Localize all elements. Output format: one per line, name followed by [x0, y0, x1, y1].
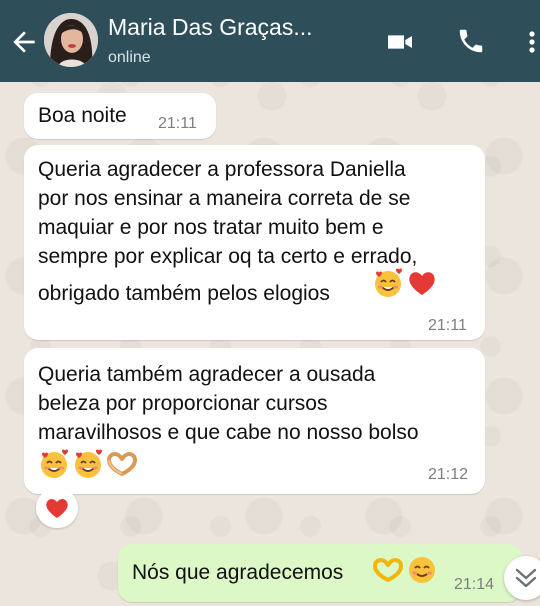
- back-arrow-icon[interactable]: [8, 26, 40, 58]
- message-line: maquiar e por nos tratar muito bem e: [38, 216, 384, 239]
- red-heart-icon: [409, 272, 435, 295]
- smiling-face-with-hearts-icon: [41, 449, 68, 478]
- smiling-face-with-hearts-icon: [75, 449, 102, 478]
- message-line: beleza por proporcionar cursos: [38, 392, 328, 415]
- scroll-to-bottom-button[interactable]: [504, 556, 540, 600]
- message-text: Boa noite: [38, 104, 127, 127]
- heart-hands-icon: [373, 558, 403, 582]
- message-time: 21:14: [454, 576, 495, 593]
- message-emojis: [372, 554, 438, 586]
- message-text: Nós que agradecemos: [132, 561, 344, 584]
- red-heart-icon: [46, 499, 68, 518]
- contact-status: online: [108, 49, 151, 66]
- message-line: Queria agradecer a professora Daniella: [38, 158, 406, 181]
- message-line: maravilhosos e que cabe no nosso bolso: [38, 421, 419, 444]
- message-emojis: [38, 448, 138, 480]
- message-line: por nos ensinar a maneira correta de se: [38, 187, 411, 210]
- message-line: obrigado também pelos elogios: [38, 282, 330, 305]
- outgoing-message-bubble[interactable]: Nós que agradecemos 21:14: [118, 544, 522, 602]
- smiling-face-with-hearts-icon: [375, 268, 402, 297]
- double-chevron-down-icon: [515, 568, 537, 588]
- message-emojis: [372, 267, 438, 299]
- reaction-badge[interactable]: [36, 488, 78, 528]
- chat-header: Maria Das Graças... online: [0, 0, 540, 82]
- message-line: sempre por explicar oq ta certo e errado…: [38, 245, 418, 268]
- contact-name[interactable]: Maria Das Graças...: [108, 14, 313, 41]
- video-call-icon[interactable]: [384, 26, 416, 58]
- contact-avatar[interactable]: [44, 13, 98, 67]
- message-time: 21:11: [158, 115, 197, 132]
- smiling-face-icon: [409, 557, 435, 583]
- heart-hands-icon: [107, 452, 137, 476]
- message-line: Queria também agradecer a ousada: [38, 363, 376, 386]
- incoming-message-bubble[interactable]: Queria também agradecer a ousada beleza …: [24, 348, 485, 494]
- incoming-message-bubble[interactable]: Queria agradecer a professora Daniella p…: [24, 145, 485, 340]
- more-options-icon[interactable]: [524, 26, 540, 58]
- message-time: 21:11: [428, 317, 467, 334]
- message-text: Queria agradecer a professora Daniella p…: [38, 155, 417, 308]
- message-text: Queria também agradecer a ousada beleza …: [38, 360, 419, 447]
- incoming-message-bubble[interactable]: Boa noite 21:11: [24, 93, 216, 139]
- message-time: 21:12: [428, 466, 469, 483]
- phone-icon[interactable]: [456, 26, 488, 58]
